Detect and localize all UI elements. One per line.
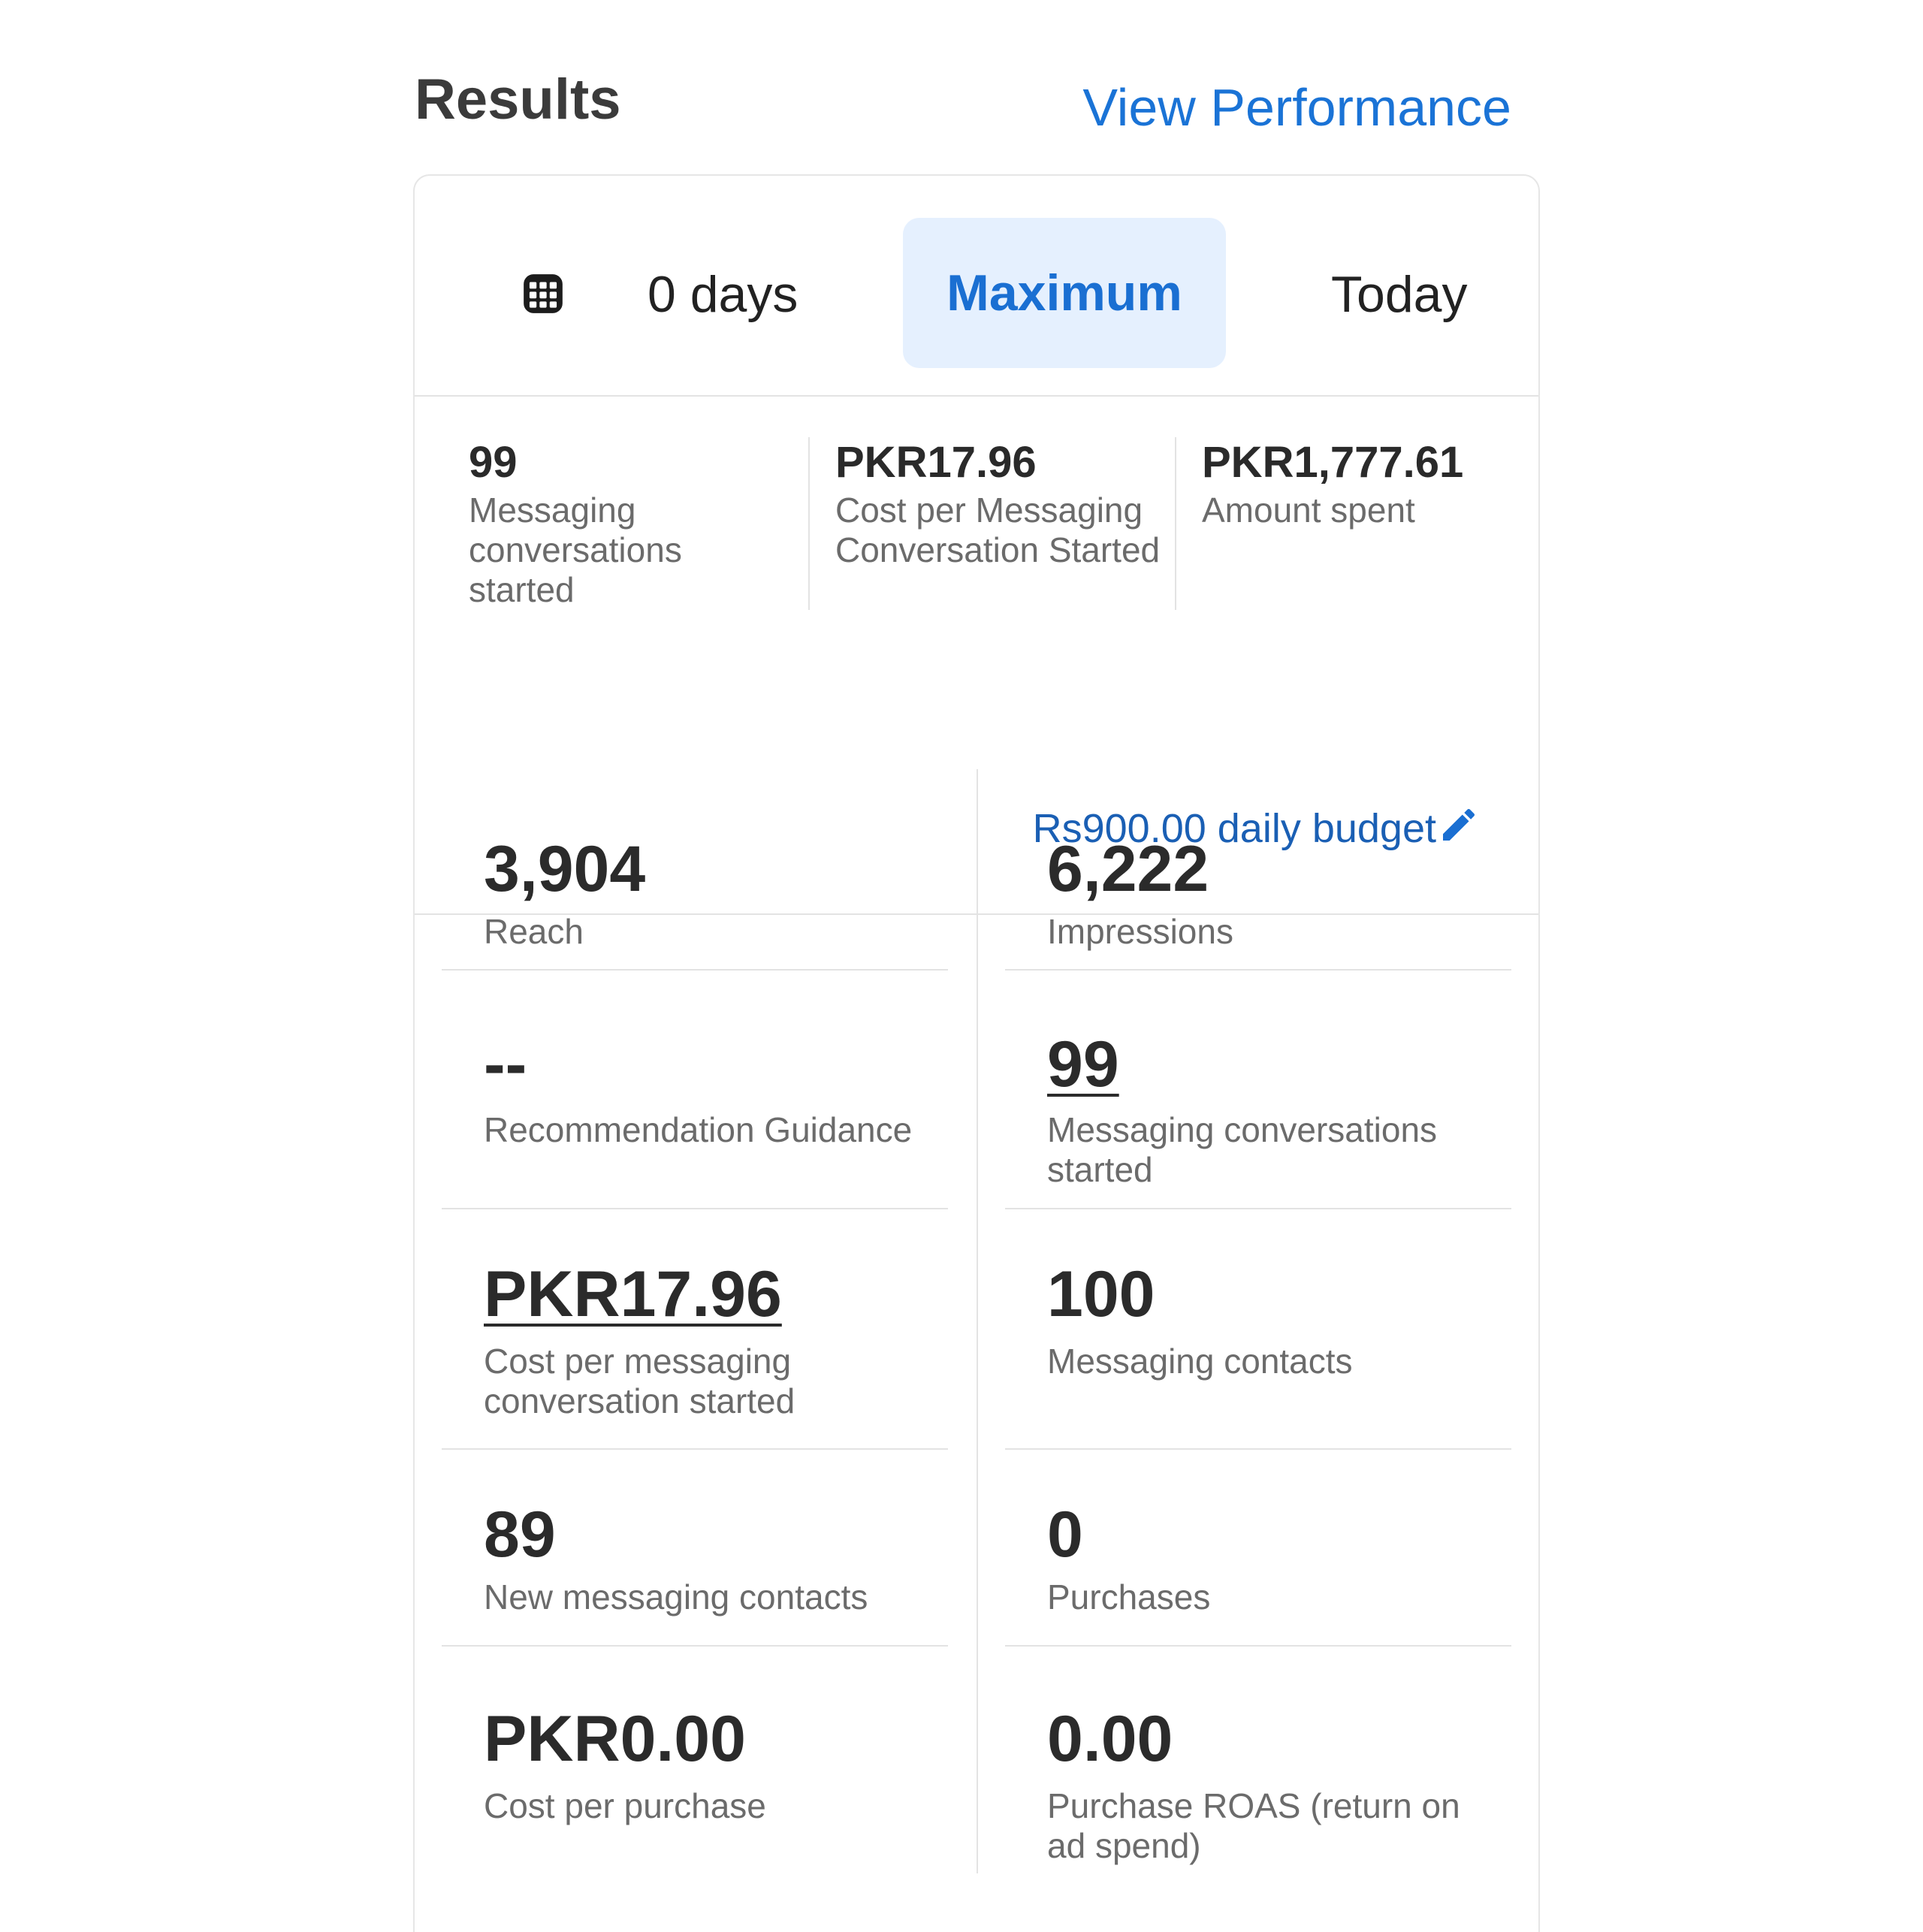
metric-value: PKR0.00 <box>484 1703 746 1775</box>
metric-label: Impressions <box>1047 912 1233 951</box>
metrics-column-divider <box>977 769 978 1873</box>
metric-label: Cost per messaging conversation started <box>484 1342 795 1420</box>
metric-label: Purchase ROAS (return on ad spend) <box>1047 1786 1460 1865</box>
metric-label: Messaging contacts <box>1047 1342 1353 1381</box>
summary-value: PKR17.96 <box>835 438 1037 487</box>
summary-value: 99 <box>469 438 518 487</box>
summary-label: Messaging conversations started <box>469 490 682 609</box>
metric-label: Cost per purchase <box>484 1786 766 1825</box>
metric-value: -- <box>484 1028 527 1100</box>
metric-value: 0 <box>1047 1499 1083 1571</box>
metric-label: Purchases <box>1047 1577 1211 1617</box>
summary-value: PKR1,777.61 <box>1202 438 1464 487</box>
summary-label: Cost per Messaging Conversation Started <box>835 490 1161 569</box>
metric-impressions[interactable]: 6,222 Impressions <box>1005 769 1511 971</box>
summary-label: Amount spent <box>1202 490 1415 530</box>
summary-divider <box>808 437 810 610</box>
metric-label: Messaging conversations started <box>1047 1110 1438 1189</box>
results-title: Results <box>415 68 621 131</box>
metric-purchase-roas[interactable]: 0.00 Purchase ROAS (return on ad spend) <box>1005 1647 1511 1879</box>
tab-maximum[interactable]: Maximum <box>903 218 1226 368</box>
metric-value: 0.00 <box>1047 1703 1173 1775</box>
calendar-icon[interactable] <box>520 270 566 317</box>
results-card: 0 days Maximum Today 99 Messaging conver… <box>413 174 1540 1932</box>
metric-messaging-conversations[interactable]: 99 Messaging conversations started <box>1005 971 1511 1209</box>
metric-cost-per-purchase[interactable]: PKR0.00 Cost per purchase <box>442 1647 948 1879</box>
metric-label: Recommendation Guidance <box>484 1110 913 1149</box>
metric-value[interactable]: 99 <box>1047 1032 1119 1097</box>
summary-cost-per-conversation: PKR17.96 Cost per Messaging Conversation… <box>835 438 1166 570</box>
metric-recommendation-guidance[interactable]: -- Recommendation Guidance <box>442 971 948 1209</box>
metric-value: 89 <box>484 1499 556 1571</box>
tab-days[interactable]: 0 days <box>648 269 798 320</box>
summary-amount-spent: PKR1,777.61 Amount spent <box>1202 438 1517 530</box>
summary-conversations: 99 Messaging conversations started <box>469 438 784 610</box>
tab-today[interactable]: Today <box>1331 269 1467 320</box>
metric-value[interactable]: PKR17.96 <box>484 1262 782 1327</box>
metric-messaging-contacts[interactable]: 100 Messaging contacts <box>1005 1209 1511 1450</box>
metric-value: 100 <box>1047 1258 1155 1330</box>
metric-reach[interactable]: 3,904 Reach <box>442 769 948 971</box>
metric-label: Reach <box>484 912 584 951</box>
tab-maximum-label: Maximum <box>946 264 1182 321</box>
date-range-tabs: 0 days Maximum Today <box>415 176 1538 397</box>
metric-value: 3,904 <box>484 833 646 905</box>
view-performance-link[interactable]: View Performance <box>1082 81 1511 134</box>
metric-purchases[interactable]: 0 Purchases <box>1005 1450 1511 1647</box>
metric-new-messaging-contacts[interactable]: 89 New messaging contacts <box>442 1450 948 1647</box>
metric-value: 6,222 <box>1047 833 1209 905</box>
summary-divider <box>1175 437 1176 610</box>
metric-cost-per-conversation[interactable]: PKR17.96 Cost per messaging conversation… <box>442 1209 948 1450</box>
metric-label: New messaging contacts <box>484 1577 868 1617</box>
